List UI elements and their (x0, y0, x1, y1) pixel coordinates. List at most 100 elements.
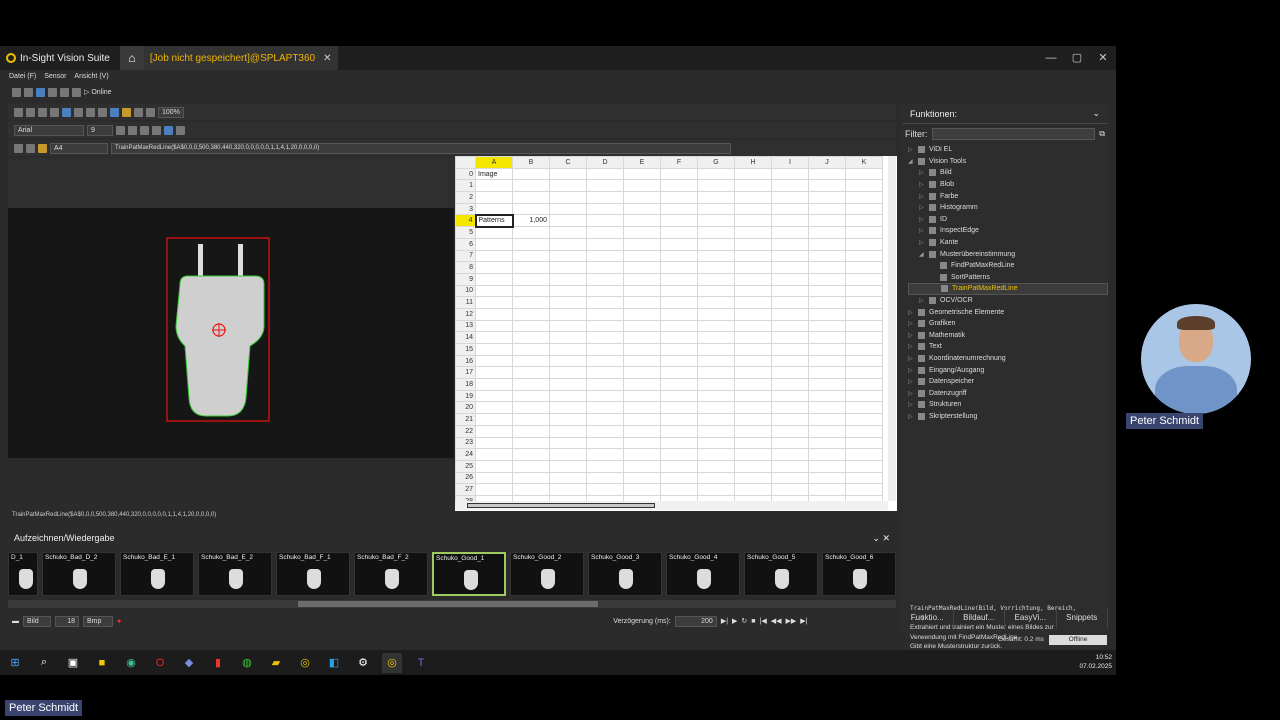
collapsed-arrow-icon[interactable]: ▷ (919, 181, 929, 188)
sheet-cell[interactable] (623, 249, 661, 263)
row-header[interactable]: 14 (455, 331, 476, 344)
collapsed-arrow-icon[interactable]: ▷ (919, 193, 929, 200)
sheet-cell[interactable] (845, 261, 883, 274)
row-header[interactable]: 9 (455, 272, 476, 286)
sheet-cell[interactable] (586, 191, 624, 204)
sheet-cell[interactable] (808, 237, 846, 251)
online-toggle[interactable]: ▷ Online (84, 88, 112, 96)
sheet-cell[interactable] (845, 272, 883, 286)
sheet-cell[interactable] (586, 424, 624, 438)
tree-item[interactable]: ▷ Geometrische Elemente (908, 306, 1108, 318)
sheet-cell[interactable] (808, 378, 846, 391)
tree-item[interactable]: FindPatMaxRedLine (908, 260, 1108, 272)
sheet-cell[interactable] (549, 261, 587, 274)
sheet-cell[interactable] (586, 226, 624, 239)
sheet-cell[interactable] (734, 483, 772, 496)
sheet-cell[interactable] (586, 237, 624, 251)
sheet-cell[interactable] (660, 354, 698, 368)
sheet-cell[interactable] (549, 401, 587, 415)
vscode-icon[interactable]: ◧ (324, 653, 344, 673)
sheet-cell[interactable] (734, 307, 772, 321)
tree-item[interactable]: ▷ Koordinatenumrechnung (908, 353, 1108, 365)
sheet-cell[interactable] (660, 331, 698, 344)
sheet-cell[interactable] (475, 448, 513, 461)
tree-item[interactable]: ▷ Datenspeicher (908, 376, 1108, 388)
windows-start-icon[interactable]: ⊞ (5, 653, 25, 673)
sheet-cell[interactable] (771, 202, 809, 216)
sheet-cell[interactable] (808, 202, 846, 216)
sheet-vertical-scrollbar[interactable] (888, 156, 896, 501)
row-header[interactable]: 7 (455, 249, 476, 263)
sheet-cell[interactable] (734, 237, 772, 251)
row-header[interactable]: 27 (455, 483, 476, 496)
recording-thumbnail[interactable]: D_1 (8, 552, 38, 596)
sheet-cell[interactable] (512, 378, 550, 391)
sheet-cell[interactable] (623, 389, 661, 403)
next-icon[interactable]: ▶▶ (786, 617, 797, 625)
tree-item[interactable]: ▷ Grafiken (908, 318, 1108, 330)
sheet-cell[interactable] (549, 307, 587, 321)
sheet-cell[interactable] (808, 401, 846, 415)
sheet-cell[interactable] (512, 459, 550, 473)
sheet-cell[interactable] (586, 483, 624, 496)
sheet-cell[interactable] (697, 389, 735, 403)
sheet-cell[interactable] (623, 436, 661, 450)
sheet-cell[interactable] (512, 284, 550, 298)
sheet-cell[interactable] (771, 401, 809, 415)
sheet-cell[interactable] (771, 167, 809, 181)
column-header[interactable]: J (808, 156, 846, 169)
collapsed-arrow-icon[interactable]: ▷ (919, 169, 929, 176)
chevron-down-icon[interactable]: ⌄ (872, 533, 880, 543)
filter-input[interactable] (931, 128, 1096, 140)
sheet-cell[interactable] (845, 343, 883, 356)
tree-item[interactable]: ▷ Blob (908, 179, 1108, 191)
sheet-cell[interactable] (734, 471, 772, 485)
sheet-cell[interactable] (475, 237, 513, 251)
sheet-cell[interactable] (512, 436, 550, 450)
sheet-cell[interactable] (845, 366, 883, 380)
sheet-cell[interactable] (697, 378, 735, 391)
trigger-icon[interactable] (60, 87, 69, 97)
sheet-cell[interactable] (697, 424, 735, 438)
sheet-cell[interactable] (549, 343, 587, 356)
sheet-cell[interactable] (697, 191, 735, 204)
sheet-cell[interactable] (845, 483, 883, 496)
recording-thumbnail[interactable]: Schuko_Bad_F_2 (354, 552, 428, 596)
sheet-cell[interactable] (697, 272, 735, 286)
sheet-cell[interactable] (549, 448, 587, 461)
sheet-cell[interactable] (512, 331, 550, 344)
row-header[interactable]: 0 (455, 167, 476, 181)
collapsed-arrow-icon[interactable]: ▷ (908, 413, 918, 420)
row-header[interactable]: 6 (455, 237, 476, 251)
prev-icon[interactable]: ◀◀ (771, 617, 782, 625)
whatsapp-icon[interactable]: ◍ (237, 653, 257, 673)
sheet-cell[interactable] (845, 202, 883, 216)
sheet-cell[interactable] (734, 214, 772, 228)
first-icon[interactable]: |◀ (760, 617, 767, 625)
row-header[interactable]: 20 (455, 401, 476, 415)
sheet-cell[interactable] (512, 261, 550, 274)
sheet-cell[interactable] (623, 343, 661, 356)
sheet-cell[interactable] (623, 237, 661, 251)
expanded-arrow-icon[interactable]: ◢ (908, 158, 918, 165)
tool-icon[interactable] (62, 107, 71, 117)
sheet-cell[interactable] (586, 366, 624, 380)
sheet-cell[interactable] (697, 436, 735, 450)
zoom-select[interactable]: 100% (158, 106, 184, 118)
sheet-cell[interactable] (697, 354, 735, 368)
sheet-cell[interactable] (586, 343, 624, 356)
close-tab-icon[interactable]: ✕ (323, 53, 331, 64)
sheet-cell[interactable] (771, 343, 809, 356)
sheet-cell[interactable] (475, 249, 513, 263)
sheet-cell[interactable] (475, 296, 513, 309)
cursor-icon[interactable] (48, 87, 57, 97)
sheet-cell[interactable] (586, 413, 624, 426)
menu-view[interactable]: Ansicht (V) (74, 73, 108, 80)
sheet-cell[interactable] (771, 179, 809, 193)
tree-item[interactable]: ▷ Strukturen (908, 399, 1108, 411)
sheet-cell[interactable] (660, 401, 698, 415)
sheet-cell[interactable] (771, 378, 809, 391)
sheet-cell[interactable] (697, 343, 735, 356)
collapsed-arrow-icon[interactable]: ▷ (908, 309, 918, 316)
sheet-cell[interactable] (808, 366, 846, 380)
